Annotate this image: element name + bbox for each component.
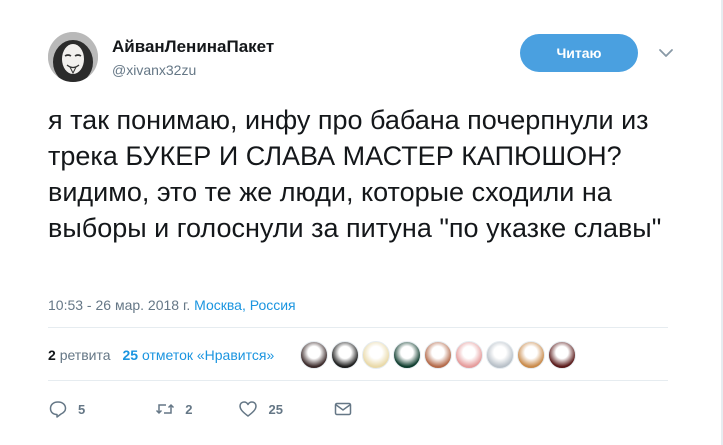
liker-avatar[interactable]: [362, 341, 391, 369]
likes-stat[interactable]: 25 отметок «Нравится»: [123, 347, 275, 363]
user-handle[interactable]: @xivanx32zu: [112, 60, 274, 80]
heart-icon: [239, 401, 258, 417]
user-names: АйванЛенинаПакет @xivanx32zu: [112, 36, 274, 80]
liker-avatar[interactable]: [331, 341, 360, 369]
liker-avatar[interactable]: [300, 341, 329, 369]
chevron-down-icon[interactable]: [657, 44, 675, 62]
tweet-header: АйванЛенинаПакет @xivanx32zu Читаю: [48, 30, 723, 90]
liker-avatar[interactable]: [424, 341, 453, 369]
masked-user-avatar-icon: [48, 32, 98, 82]
retweet-button[interactable]: 2: [155, 399, 192, 419]
direct-message-button[interactable]: [333, 399, 363, 419]
tweet-actions: 5 2 25: [48, 395, 397, 423]
tweet-stats: 2 ретвита 25 отметок «Нравится»: [48, 340, 579, 370]
avatar[interactable]: [48, 32, 98, 82]
tweet-timestamp[interactable]: 10:53 - 26 мар. 2018 г.: [48, 297, 190, 313]
tweet-text: я так понимаю, инфу про бабана почерпнул…: [48, 105, 662, 243]
tweet-location-link[interactable]: Москва, Россия: [194, 297, 296, 313]
reply-icon: [49, 401, 67, 418]
liker-avatar[interactable]: [486, 341, 515, 369]
likes-count: 25: [122, 347, 139, 363]
retweet-icon: [156, 403, 175, 415]
liker-avatar[interactable]: [455, 341, 484, 369]
retweets-count: 2: [48, 347, 56, 363]
liker-avatar[interactable]: [517, 341, 546, 369]
tweet-meta: 10:53 - 26 мар. 2018 г. Москва, Россия: [48, 296, 296, 314]
divider: [48, 327, 668, 328]
retweets-label: ретвита: [59, 347, 111, 363]
liker-avatars: [300, 341, 579, 369]
like-count: 25: [268, 401, 283, 417]
envelope-icon: [334, 402, 352, 416]
reply-count: 5: [78, 401, 86, 417]
divider: [48, 380, 668, 381]
retweet-count: 2: [185, 401, 193, 417]
liker-avatar[interactable]: [548, 341, 577, 369]
likes-label: отметок «Нравится»: [141, 347, 275, 363]
liker-avatar[interactable]: [393, 341, 422, 369]
reply-button[interactable]: 5: [48, 399, 85, 419]
follow-button[interactable]: Читаю: [520, 34, 638, 72]
like-button[interactable]: 25: [238, 399, 283, 419]
retweets-stat[interactable]: 2 ретвита: [48, 347, 111, 363]
display-name[interactable]: АйванЛенинаПакет: [112, 36, 274, 58]
